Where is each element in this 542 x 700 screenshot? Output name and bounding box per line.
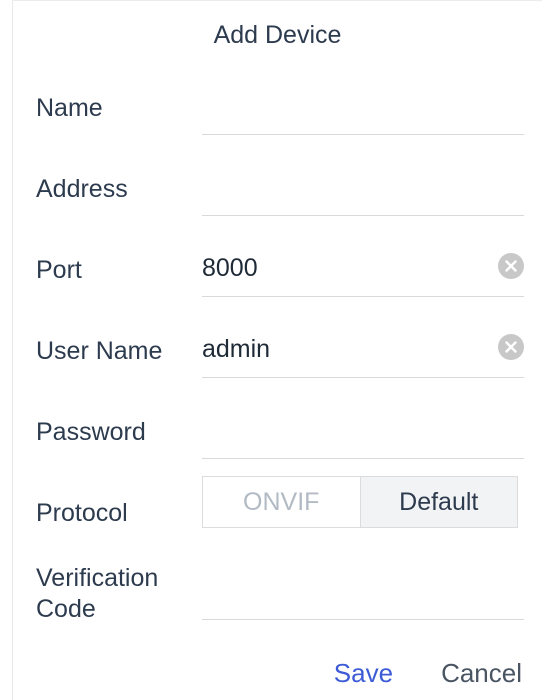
clear-icon[interactable] bbox=[498, 334, 524, 360]
password-field[interactable] bbox=[202, 411, 524, 459]
user-name-value: admin bbox=[202, 335, 271, 363]
address-field[interactable] bbox=[202, 168, 524, 216]
clear-icon[interactable] bbox=[498, 253, 524, 279]
port-label: Port bbox=[36, 256, 82, 284]
save-button[interactable]: Save bbox=[334, 658, 393, 689]
dialog-title: Add Device bbox=[213, 21, 342, 49]
port-value: 8000 bbox=[202, 254, 258, 282]
cancel-button[interactable]: Cancel bbox=[441, 658, 522, 689]
add-device-dialog: Add Device Name Address Port 8000 User N… bbox=[12, 0, 542, 700]
password-label: Password bbox=[36, 418, 146, 446]
user-name-field[interactable]: admin bbox=[202, 330, 524, 378]
verification-code-field[interactable] bbox=[202, 572, 524, 620]
address-label: Address bbox=[36, 175, 128, 203]
protocol-segmented-control: ONVIF Default bbox=[202, 476, 518, 528]
protocol-label: Protocol bbox=[36, 499, 128, 527]
protocol-option-default[interactable]: Default bbox=[360, 477, 517, 527]
verification-code-label-line2: Code bbox=[36, 595, 96, 623]
user-name-label: User Name bbox=[36, 337, 163, 365]
protocol-option-onvif[interactable]: ONVIF bbox=[203, 477, 361, 527]
port-field[interactable]: 8000 bbox=[202, 249, 524, 297]
verification-code-label-line1: Verification bbox=[36, 564, 159, 592]
dialog-actions: Save Cancel bbox=[334, 658, 522, 689]
name-field[interactable] bbox=[202, 87, 524, 135]
name-label: Name bbox=[36, 94, 103, 122]
